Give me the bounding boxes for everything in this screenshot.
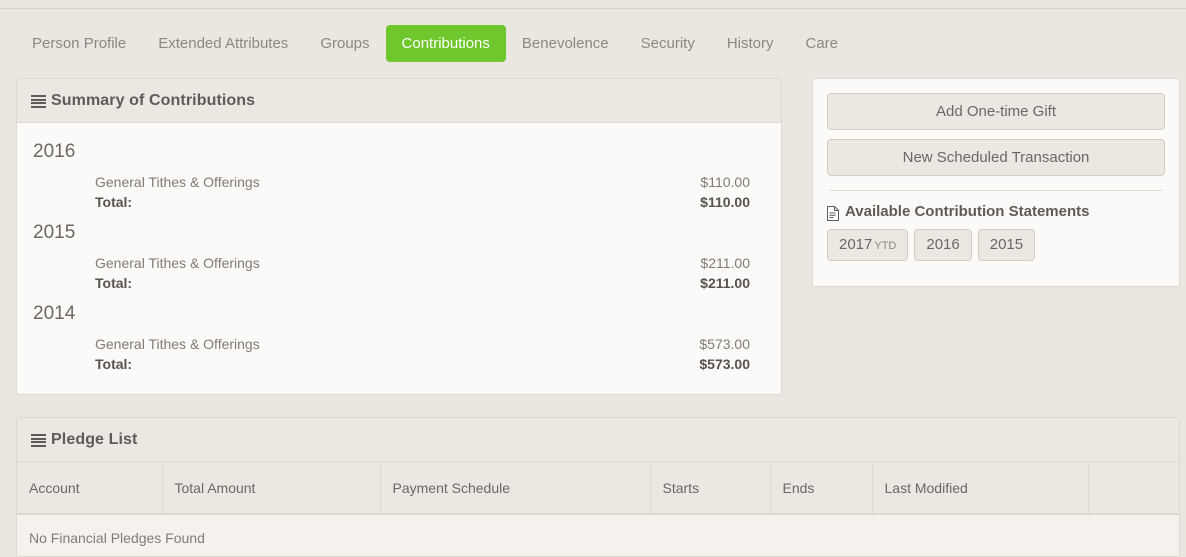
pledge-panel-header: Pledge List	[17, 418, 1179, 462]
available-statements-title: Available Contribution Statements	[845, 203, 1089, 220]
actions-divider	[829, 190, 1163, 191]
summary-of-contributions-panel: Summary of Contributions 2016 General Ti…	[16, 78, 782, 395]
pledge-list-panel: Pledge List Account Total Amount Payment…	[16, 417, 1180, 557]
total-amount: $110.00	[700, 192, 750, 212]
list-icon	[31, 434, 46, 447]
tab-security[interactable]: Security	[625, 25, 711, 62]
contribution-actions-panel: Add One-time Gift New Scheduled Transact…	[812, 78, 1180, 287]
summary-panel-title: Summary of Contributions	[51, 92, 255, 110]
statement-year-2016-button[interactable]: 2016	[914, 229, 971, 261]
account-amount: $211.00	[700, 253, 750, 273]
year-block-2014: 2014 General Tithes & Offerings $573.00 …	[33, 303, 765, 374]
list-icon	[31, 95, 46, 108]
account-name: General Tithes & Offerings	[95, 334, 260, 354]
column-header-ends[interactable]: Ends	[770, 462, 872, 514]
year-label: 2014	[33, 303, 765, 325]
top-divider	[0, 8, 1186, 9]
new-scheduled-transaction-button[interactable]: New Scheduled Transaction	[827, 139, 1165, 176]
account-name: General Tithes & Offerings	[95, 172, 260, 192]
tab-contributions[interactable]: Contributions	[386, 25, 506, 62]
year-block-2016: 2016 General Tithes & Offerings $110.00 …	[33, 141, 765, 212]
summary-panel-title-wrap: Summary of Contributions	[31, 92, 255, 110]
summary-body: 2016 General Tithes & Offerings $110.00 …	[17, 123, 781, 394]
contribution-row: General Tithes & Offerings $211.00	[33, 253, 765, 273]
contribution-row: General Tithes & Offerings $573.00	[33, 334, 765, 354]
pledge-table: Account Total Amount Payment Schedule St…	[17, 462, 1179, 557]
add-one-time-gift-button[interactable]: Add One-time Gift	[827, 93, 1165, 130]
account-name: General Tithes & Offerings	[95, 253, 260, 273]
year-label: 2015	[33, 222, 765, 244]
pledge-panel-title: Pledge List	[51, 431, 137, 449]
total-row: Total: $573.00	[33, 354, 765, 374]
total-label: Total:	[95, 192, 132, 212]
pledge-table-header-row: Account Total Amount Payment Schedule St…	[17, 462, 1179, 514]
file-text-icon	[827, 206, 839, 221]
total-amount: $573.00	[699, 354, 750, 374]
total-row: Total: $211.00	[33, 273, 765, 293]
statement-year-label: 2016	[926, 236, 959, 253]
tab-extended-attributes[interactable]: Extended Attributes	[142, 25, 304, 62]
column-header-starts[interactable]: Starts	[650, 462, 770, 514]
tab-benevolence[interactable]: Benevolence	[506, 25, 625, 62]
statement-year-label: 2017	[839, 236, 872, 253]
person-tabs: Person Profile Extended Attributes Group…	[0, 18, 1186, 68]
tab-person-profile[interactable]: Person Profile	[16, 25, 142, 62]
statement-year-buttons: 2017YTD 2016 2015	[827, 229, 1165, 261]
tab-groups[interactable]: Groups	[304, 25, 385, 62]
year-label: 2016	[33, 141, 765, 163]
summary-panel-header: Summary of Contributions	[17, 79, 781, 123]
year-block-2015: 2015 General Tithes & Offerings $211.00 …	[33, 222, 765, 293]
statement-year-2015-button[interactable]: 2015	[978, 229, 1035, 261]
contribution-row: General Tithes & Offerings $110.00	[33, 172, 765, 192]
column-header-total-amount[interactable]: Total Amount	[162, 462, 380, 514]
account-amount: $573.00	[699, 334, 750, 354]
tab-history[interactable]: History	[711, 25, 790, 62]
column-header-actions	[1088, 462, 1179, 514]
total-amount: $211.00	[700, 273, 750, 293]
total-label: Total:	[95, 354, 132, 374]
statement-year-label: 2015	[990, 236, 1023, 253]
account-amount: $110.00	[700, 172, 750, 192]
pledge-panel-title-wrap: Pledge List	[31, 431, 137, 449]
available-statements-heading: Available Contribution Statements	[827, 203, 1165, 220]
tab-care[interactable]: Care	[790, 25, 855, 62]
statement-year-2017-button[interactable]: 2017YTD	[827, 229, 908, 261]
column-header-payment-schedule[interactable]: Payment Schedule	[380, 462, 650, 514]
total-label: Total:	[95, 273, 132, 293]
statement-year-suffix: YTD	[874, 240, 896, 252]
total-row: Total: $110.00	[33, 192, 765, 212]
column-header-account[interactable]: Account	[17, 462, 162, 514]
column-header-last-modified[interactable]: Last Modified	[872, 462, 1088, 514]
